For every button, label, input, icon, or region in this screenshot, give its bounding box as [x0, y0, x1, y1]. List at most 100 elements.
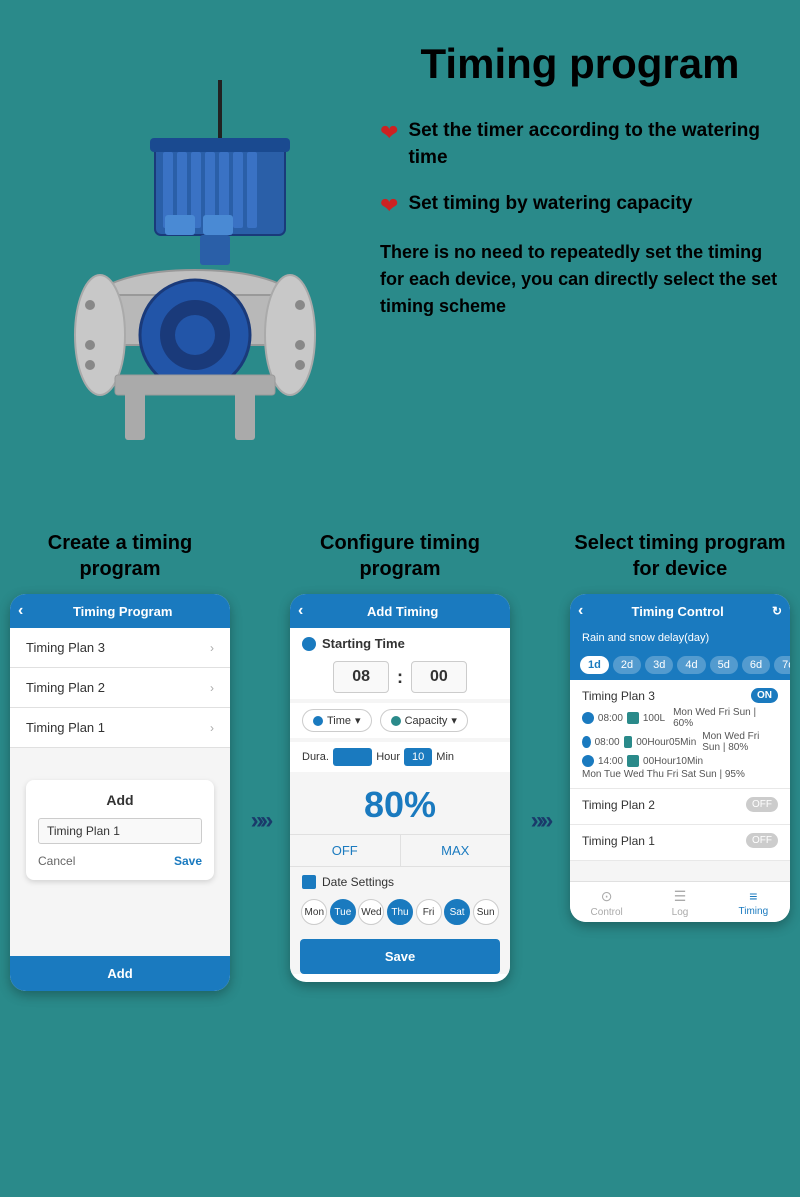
- hour-label: Hour: [376, 751, 400, 763]
- plan-3-detail-1: 08:00 100L Mon Wed Fri Sun | 60%: [582, 707, 778, 729]
- add-dialog-title: Add: [38, 792, 202, 808]
- arrow-1: »»: [240, 530, 280, 991]
- duration-row: Dura. Hour 10 Min: [290, 742, 510, 772]
- phone-1: ‹ Timing Program Timing Plan 3 › Timing …: [10, 594, 230, 991]
- hour-box[interactable]: 08: [333, 661, 389, 693]
- cap-icon-2: [624, 736, 633, 748]
- delay-3d[interactable]: 3d: [645, 656, 673, 674]
- percentage-display: 80%: [290, 772, 510, 834]
- list-item-3[interactable]: Timing Plan 3 ›: [10, 628, 230, 668]
- add-dialog-input[interactable]: Timing Plan 1: [38, 818, 202, 844]
- bottom-tabs: ⊙ Control ☰ Log ≡ Timing: [570, 881, 790, 922]
- bottom-section: Create a timing program ‹ Timing Program…: [0, 520, 800, 1011]
- phone-1-header: ‹ Timing Program: [10, 594, 230, 628]
- heart-icon-1: ❤: [380, 120, 398, 146]
- back-icon-2[interactable]: ‹: [298, 602, 303, 620]
- steps-row: Create a timing program ‹ Timing Program…: [10, 530, 790, 991]
- capacity-option[interactable]: Capacity ▾: [380, 709, 468, 732]
- step-3: Select timing program for device ‹ Timin…: [570, 530, 790, 991]
- max-button[interactable]: MAX: [401, 835, 511, 866]
- chevron-icon-1: ›: [210, 721, 214, 735]
- phone-2-title: Add Timing: [367, 604, 438, 619]
- time-option-dot: [313, 716, 323, 726]
- time-icon-2: [582, 736, 591, 748]
- refresh-icon[interactable]: ↻: [772, 604, 782, 618]
- save-button-dialog[interactable]: Save: [174, 854, 202, 868]
- time-row: 08 : 00: [290, 655, 510, 699]
- add-bottom-button[interactable]: Add: [10, 956, 230, 991]
- delay-6d[interactable]: 6d: [742, 656, 770, 674]
- cap-icon-3: [627, 755, 639, 767]
- cap-icon-1: [627, 712, 639, 724]
- date-icon: [302, 875, 316, 889]
- step-3-title: Select timing program for device: [570, 530, 790, 582]
- phone-1-body: Timing Plan 3 › Timing Plan 2 › Timing P…: [10, 628, 230, 956]
- time-separator: :: [397, 667, 403, 688]
- feature-item-2: ❤ Set timing by watering capacity: [380, 191, 780, 219]
- back-icon-3[interactable]: ‹: [578, 602, 583, 620]
- dropdown-arrow: ▾: [355, 714, 361, 727]
- control-icon: ⊙: [570, 888, 643, 905]
- tab-log[interactable]: ☰ Log: [643, 888, 716, 918]
- day-mon[interactable]: Mon: [301, 899, 327, 925]
- feature-item-1: ❤ Set the timer according to the waterin…: [380, 118, 780, 171]
- dropdown-arrow-2: ▾: [451, 714, 457, 727]
- date-settings-label: Date Settings: [290, 867, 510, 893]
- delay-2d[interactable]: 2d: [613, 656, 641, 674]
- plan-3-header: Timing Plan 3 ON: [582, 688, 778, 703]
- page-title: Timing program: [380, 40, 780, 88]
- phone-3-title: Timing Control: [632, 604, 724, 619]
- day-thu[interactable]: Thu: [387, 899, 413, 925]
- time-icon-3: [582, 755, 594, 767]
- day-wed[interactable]: Wed: [358, 899, 384, 925]
- phone-2-header: ‹ Add Timing: [290, 594, 510, 628]
- step-2-title: Configure timing program: [290, 530, 510, 582]
- plan-3-toggle[interactable]: ON: [751, 688, 778, 703]
- day-tue[interactable]: Tue: [330, 899, 356, 925]
- add-dialog: Add Timing Plan 1 Cancel Save: [26, 780, 214, 880]
- plan-1-name: Timing Plan 1: [582, 834, 655, 848]
- minute-box[interactable]: 00: [411, 661, 467, 693]
- step-2: Configure timing program ‹ Add Timing St…: [290, 530, 510, 991]
- day-sat[interactable]: Sat: [444, 899, 470, 925]
- tab-control[interactable]: ⊙ Control: [570, 888, 643, 918]
- delay-pills-row: 1d 2d 3d 4d 5d 6d 7d: [570, 650, 790, 680]
- forward-arrow-1: »»: [251, 807, 270, 835]
- day-sun[interactable]: Sun: [473, 899, 499, 925]
- plan-2-header: Timing Plan 2 OFF: [582, 797, 778, 812]
- delay-7d[interactable]: 7d: [774, 656, 790, 674]
- plan-1-header: Timing Plan 1 OFF: [582, 833, 778, 848]
- cancel-button[interactable]: Cancel: [38, 854, 75, 868]
- plan-2-toggle[interactable]: OFF: [746, 797, 778, 812]
- plan-2-name: Timing Plan 2: [582, 798, 655, 812]
- step-1: Create a timing program ‹ Timing Program…: [10, 530, 230, 991]
- phone-2-body: Starting Time 08 : 00 Time ▾: [290, 628, 510, 974]
- time-icon-1: [582, 712, 594, 724]
- feature-text-2: Set timing by watering capacity: [408, 191, 692, 218]
- top-section: Timing program ❤ Set the timer according…: [0, 0, 800, 520]
- sub-header: Rain and snow delay(day): [570, 628, 790, 650]
- save-timing-button[interactable]: Save: [300, 939, 500, 974]
- delay-1d[interactable]: 1d: [580, 656, 609, 674]
- add-dialog-buttons: Cancel Save: [38, 854, 202, 868]
- back-icon-1[interactable]: ‹: [18, 602, 23, 620]
- list-item-1[interactable]: Timing Plan 1 ›: [10, 708, 230, 748]
- time-option[interactable]: Time ▾: [302, 709, 372, 732]
- duration-number[interactable]: 10: [404, 748, 432, 766]
- tab-timing[interactable]: ≡ Timing: [717, 888, 790, 918]
- plan-1-toggle[interactable]: OFF: [746, 833, 778, 848]
- plan-1: Timing Plan 1 OFF: [570, 825, 790, 861]
- delay-4d[interactable]: 4d: [677, 656, 705, 674]
- list-item-2[interactable]: Timing Plan 2 ›: [10, 668, 230, 708]
- day-fri[interactable]: Fri: [416, 899, 442, 925]
- plan-3-detail-3: 14:00 00Hour10Min: [582, 755, 778, 767]
- plan-2: Timing Plan 2 OFF: [570, 789, 790, 825]
- delay-5d[interactable]: 5d: [710, 656, 738, 674]
- off-button[interactable]: OFF: [290, 835, 401, 866]
- options-row: Time ▾ Capacity ▾: [290, 703, 510, 738]
- log-icon: ☰: [643, 888, 716, 905]
- days-row[interactable]: Mon Tue Wed Thu Fri Sat Sun: [290, 893, 510, 931]
- phone-2: ‹ Add Timing Starting Time 08 : 00: [290, 594, 510, 982]
- heart-icon-2: ❤: [380, 193, 398, 219]
- forward-arrow-2: »»: [531, 807, 550, 835]
